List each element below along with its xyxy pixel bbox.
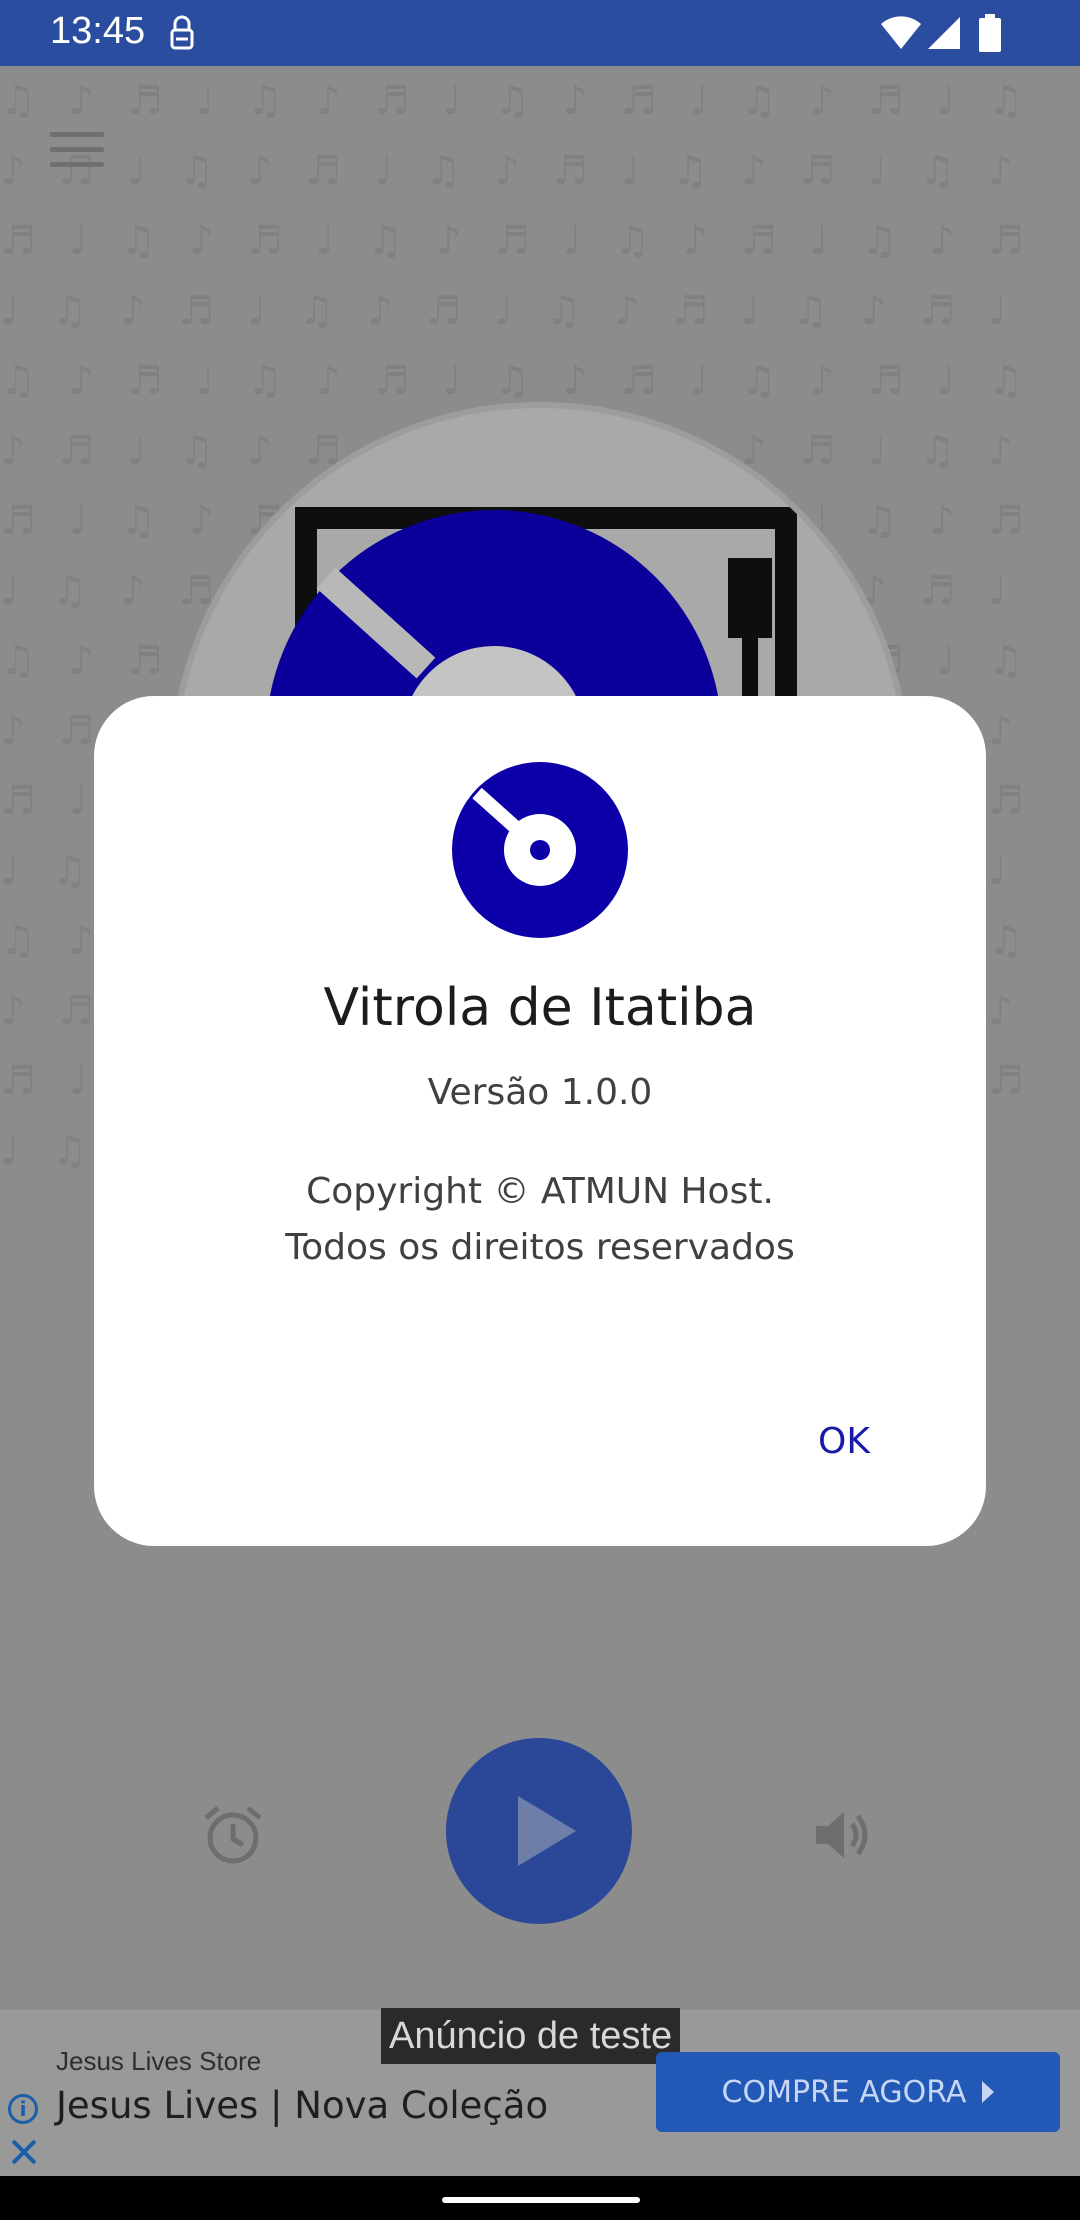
alarm-icon[interactable] — [202, 1804, 264, 1866]
cell-signal-icon — [928, 17, 960, 49]
ad-title[interactable]: Jesus Lives | Nova Coleção — [56, 2084, 548, 2127]
volume-icon[interactable] — [812, 1804, 876, 1866]
copyright-line-1: Copyright © ATMUN Host. — [306, 1171, 774, 1212]
status-time: 13:45 — [50, 10, 146, 52]
arrow-right-icon — [982, 2081, 995, 2103]
ad-test-label: Anúncio de teste — [381, 2008, 681, 2064]
play-button[interactable] — [446, 1738, 632, 1924]
wifi-icon — [881, 16, 921, 49]
vinyl-record-icon — [452, 762, 628, 938]
vpn-key-icon — [170, 15, 194, 50]
version-text: Versão 1.0.0 — [427, 1072, 653, 1113]
dialog-title: Vitrola de Itatiba — [323, 978, 757, 1038]
copyright-line-2: Todos os direitos reservados — [285, 1227, 795, 1268]
about-dialog: Vitrola de Itatiba Versão 1.0.0 Copyrigh… — [94, 696, 986, 1546]
play-icon — [518, 1796, 576, 1866]
ad-store-name: Jesus Lives Store — [56, 2046, 262, 2076]
close-icon[interactable] — [8, 2136, 40, 2168]
status-bar: 13:45 — [0, 0, 1080, 66]
copyright-text: Copyright © ATMUN Host. Todos os direito… — [94, 1164, 986, 1276]
navigation-bar — [0, 2176, 1080, 2220]
info-icon[interactable]: i — [8, 2094, 38, 2124]
ad-cta-button[interactable]: COMPRE AGORA — [656, 2052, 1060, 2132]
ad-cta-label: COMPRE AGORA — [721, 2074, 967, 2110]
ok-button[interactable]: OK — [784, 1410, 904, 1474]
menu-icon[interactable] — [50, 132, 104, 172]
home-handle[interactable] — [442, 2197, 640, 2203]
battery-icon — [979, 14, 1001, 52]
